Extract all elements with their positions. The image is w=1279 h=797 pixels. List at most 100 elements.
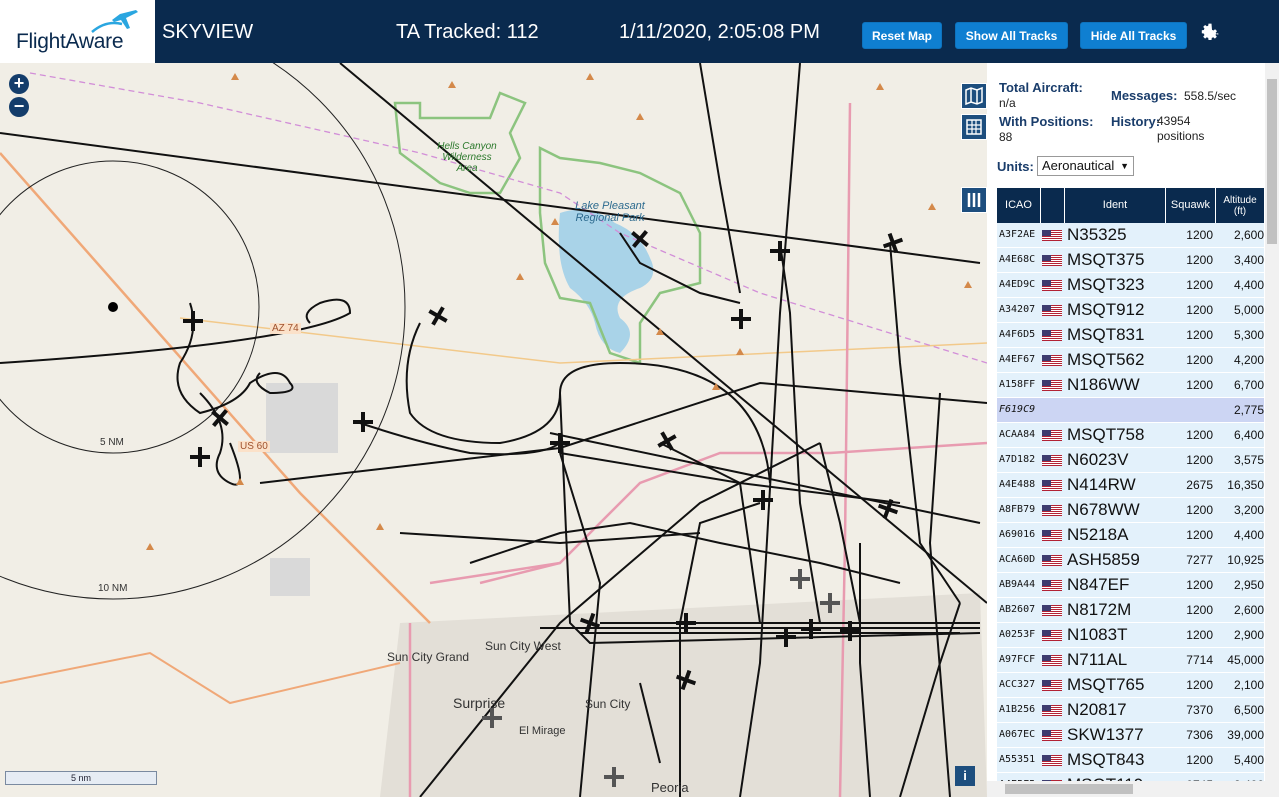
ident-cell: N35325 xyxy=(1067,225,1127,244)
flightaware-logo[interactable]: FlightAware xyxy=(0,0,155,63)
zoom-out-button[interactable]: − xyxy=(9,97,29,117)
icao-cell: A1B256 xyxy=(999,704,1036,715)
map-view[interactable]: + − Hells Canyon Wilderness Area Lake Pl… xyxy=(0,63,987,797)
table-row[interactable]: A4E68C MSQT375 1200 3,400 xyxy=(997,248,1264,273)
columns-button[interactable] xyxy=(961,187,987,213)
squawk-cell: 1200 xyxy=(1186,228,1213,242)
zoom-in-button[interactable]: + xyxy=(9,74,29,94)
squawk-cell: 7306 xyxy=(1186,728,1213,742)
vertical-scrollbar[interactable] xyxy=(1265,63,1279,781)
table-row[interactable]: ACA60D ASH5859 7277 10,925 xyxy=(997,548,1264,573)
horizontal-scrollbar[interactable] xyxy=(987,781,1279,797)
us-flag-icon xyxy=(1042,605,1062,616)
messages-label: Messages: xyxy=(1111,88,1178,103)
altitude-cell: 5,000 xyxy=(1233,303,1264,317)
icao-cell: A97FCF xyxy=(999,654,1036,665)
altitude-cell: 4,400 xyxy=(1233,528,1264,542)
table-row[interactable]: A4ED9C MSQT323 1200 4,400 xyxy=(997,273,1264,298)
table-row[interactable]: A69016 N5218A 1200 4,400 xyxy=(997,523,1264,548)
altitude-cell: 2,950 xyxy=(1233,578,1264,592)
us-flag-icon xyxy=(1042,305,1062,316)
altitude-cell: 3,200 xyxy=(1233,503,1264,517)
icao-cell: A7D182 xyxy=(999,454,1036,465)
altitude-cell: 4,200 xyxy=(1233,353,1264,367)
columns-icon xyxy=(967,193,981,207)
info-button[interactable]: i xyxy=(955,766,975,786)
squawk-cell: 1200 xyxy=(1186,503,1213,517)
range-label-10nm: 10 NM xyxy=(98,583,128,594)
map-icon xyxy=(965,86,983,106)
icao-cell: A158FF xyxy=(999,379,1036,390)
table-row[interactable]: A1B256 N20817 7370 6,500 xyxy=(997,698,1264,723)
units-select[interactable]: Aeronautical ▼ xyxy=(1037,156,1134,176)
table-row[interactable]: AB2607 N8172M 1200 2,600 xyxy=(997,598,1264,623)
squawk-cell: 1200 xyxy=(1186,253,1213,267)
show-all-tracks-button[interactable]: Show All Tracks xyxy=(955,22,1068,49)
icao-cell: ACA60D xyxy=(999,554,1036,565)
ident-cell: MSQT843 xyxy=(1067,750,1145,769)
table-row[interactable]: A4E488 N414RW 2675 16,350 xyxy=(997,473,1264,498)
table-row[interactable]: A158FF N186WW 1200 6,700 xyxy=(997,373,1264,398)
table-row[interactable]: AB9A44 N847EF 1200 2,950 xyxy=(997,573,1264,598)
logo-text: FlightAware xyxy=(16,30,124,53)
road xyxy=(0,651,401,705)
altitude-cell: 5,400 xyxy=(1233,753,1264,767)
col-altitude[interactable]: Altitude (ft) xyxy=(1216,188,1264,223)
map-layers-button[interactable] xyxy=(961,83,987,109)
us-flag-icon xyxy=(1042,430,1062,441)
gear-icon[interactable] xyxy=(1197,21,1221,45)
aircraft-panel: Total Aircraft: n/a Messages: 558.5/sec … xyxy=(987,63,1279,797)
table-row[interactable]: A55351 MSQT843 1200 5,400 xyxy=(997,748,1264,773)
scroll-thumb[interactable] xyxy=(1005,784,1133,794)
history-value: 43954 positions xyxy=(1157,114,1205,143)
table-row[interactable]: A067EC SKW1377 7306 39,000 xyxy=(997,723,1264,748)
ident-cell: MSQT562 xyxy=(1067,350,1145,369)
table-row[interactable]: A0253F N1083T 1200 2,900 xyxy=(997,623,1264,648)
ident-cell xyxy=(1067,398,1167,422)
col-icao[interactable]: ICAO xyxy=(997,188,1041,223)
ident-cell: N1083T xyxy=(1067,625,1128,644)
altitude-cell: 2,900 xyxy=(1233,628,1264,642)
table-row[interactable]: A4F6D5 MSQT831 1200 5,300 xyxy=(997,323,1264,348)
hide-all-tracks-button[interactable]: Hide All Tracks xyxy=(1080,22,1187,49)
grid-toggle-button[interactable] xyxy=(961,114,987,140)
table-row[interactable]: A3F2AE N35325 1200 2,600 xyxy=(997,223,1264,248)
road-label: AZ 74 xyxy=(270,323,301,334)
table-row[interactable]: ACAA84 MSQT758 1200 6,400 xyxy=(997,423,1264,448)
scroll-thumb[interactable] xyxy=(1267,79,1277,244)
ident-cell: N20817 xyxy=(1067,700,1127,719)
altitude-cell: 4,400 xyxy=(1233,278,1264,292)
table-row[interactable]: A8FB79 N678WW 1200 3,200 xyxy=(997,498,1264,523)
altitude-cell: 5,300 xyxy=(1233,328,1264,342)
icao-cell: A69016 xyxy=(999,529,1036,540)
range-ring-10nm xyxy=(0,63,406,600)
icao-cell: ACAA84 xyxy=(999,429,1036,440)
place-label: Sun City xyxy=(585,697,631,711)
range-label-5nm: 5 NM xyxy=(100,437,124,448)
table-row[interactable]: F619C9 2,775 xyxy=(997,398,1264,423)
ident-cell: MSQT831 xyxy=(1067,325,1145,344)
squawk-cell: 1200 xyxy=(1186,603,1213,617)
us-flag-icon xyxy=(1042,480,1062,491)
squawk-cell: 1200 xyxy=(1186,528,1213,542)
altitude-cell: 10,925 xyxy=(1227,553,1264,567)
squawk-cell: 1200 xyxy=(1186,678,1213,692)
col-flag[interactable] xyxy=(1041,188,1065,223)
col-squawk[interactable]: Squawk xyxy=(1166,188,1216,223)
ident-cell: N678WW xyxy=(1067,500,1140,519)
altitude-cell: 2,600 xyxy=(1233,603,1264,617)
table-row[interactable]: ACC327 MSQT765 1200 2,100 xyxy=(997,673,1264,698)
altitude-cell: 6,700 xyxy=(1233,378,1264,392)
table-row[interactable]: A4EF67 MSQT562 1200 4,200 xyxy=(997,348,1264,373)
reset-map-button[interactable]: Reset Map xyxy=(862,22,942,49)
place-label: Surprise xyxy=(453,695,506,711)
grey-zone xyxy=(270,558,310,596)
ident-cell: N8172M xyxy=(1067,600,1132,619)
ident-cell: N847EF xyxy=(1067,575,1130,594)
col-ident[interactable]: Ident xyxy=(1065,188,1166,223)
road-label: US 60 xyxy=(238,441,270,452)
units-value: Aeronautical xyxy=(1042,158,1115,173)
table-row[interactable]: A7D182 N6023V 1200 3,575 xyxy=(997,448,1264,473)
table-row[interactable]: A34207 MSQT912 1200 5,000 xyxy=(997,298,1264,323)
table-row[interactable]: A97FCF N711AL 7714 45,000 xyxy=(997,648,1264,673)
